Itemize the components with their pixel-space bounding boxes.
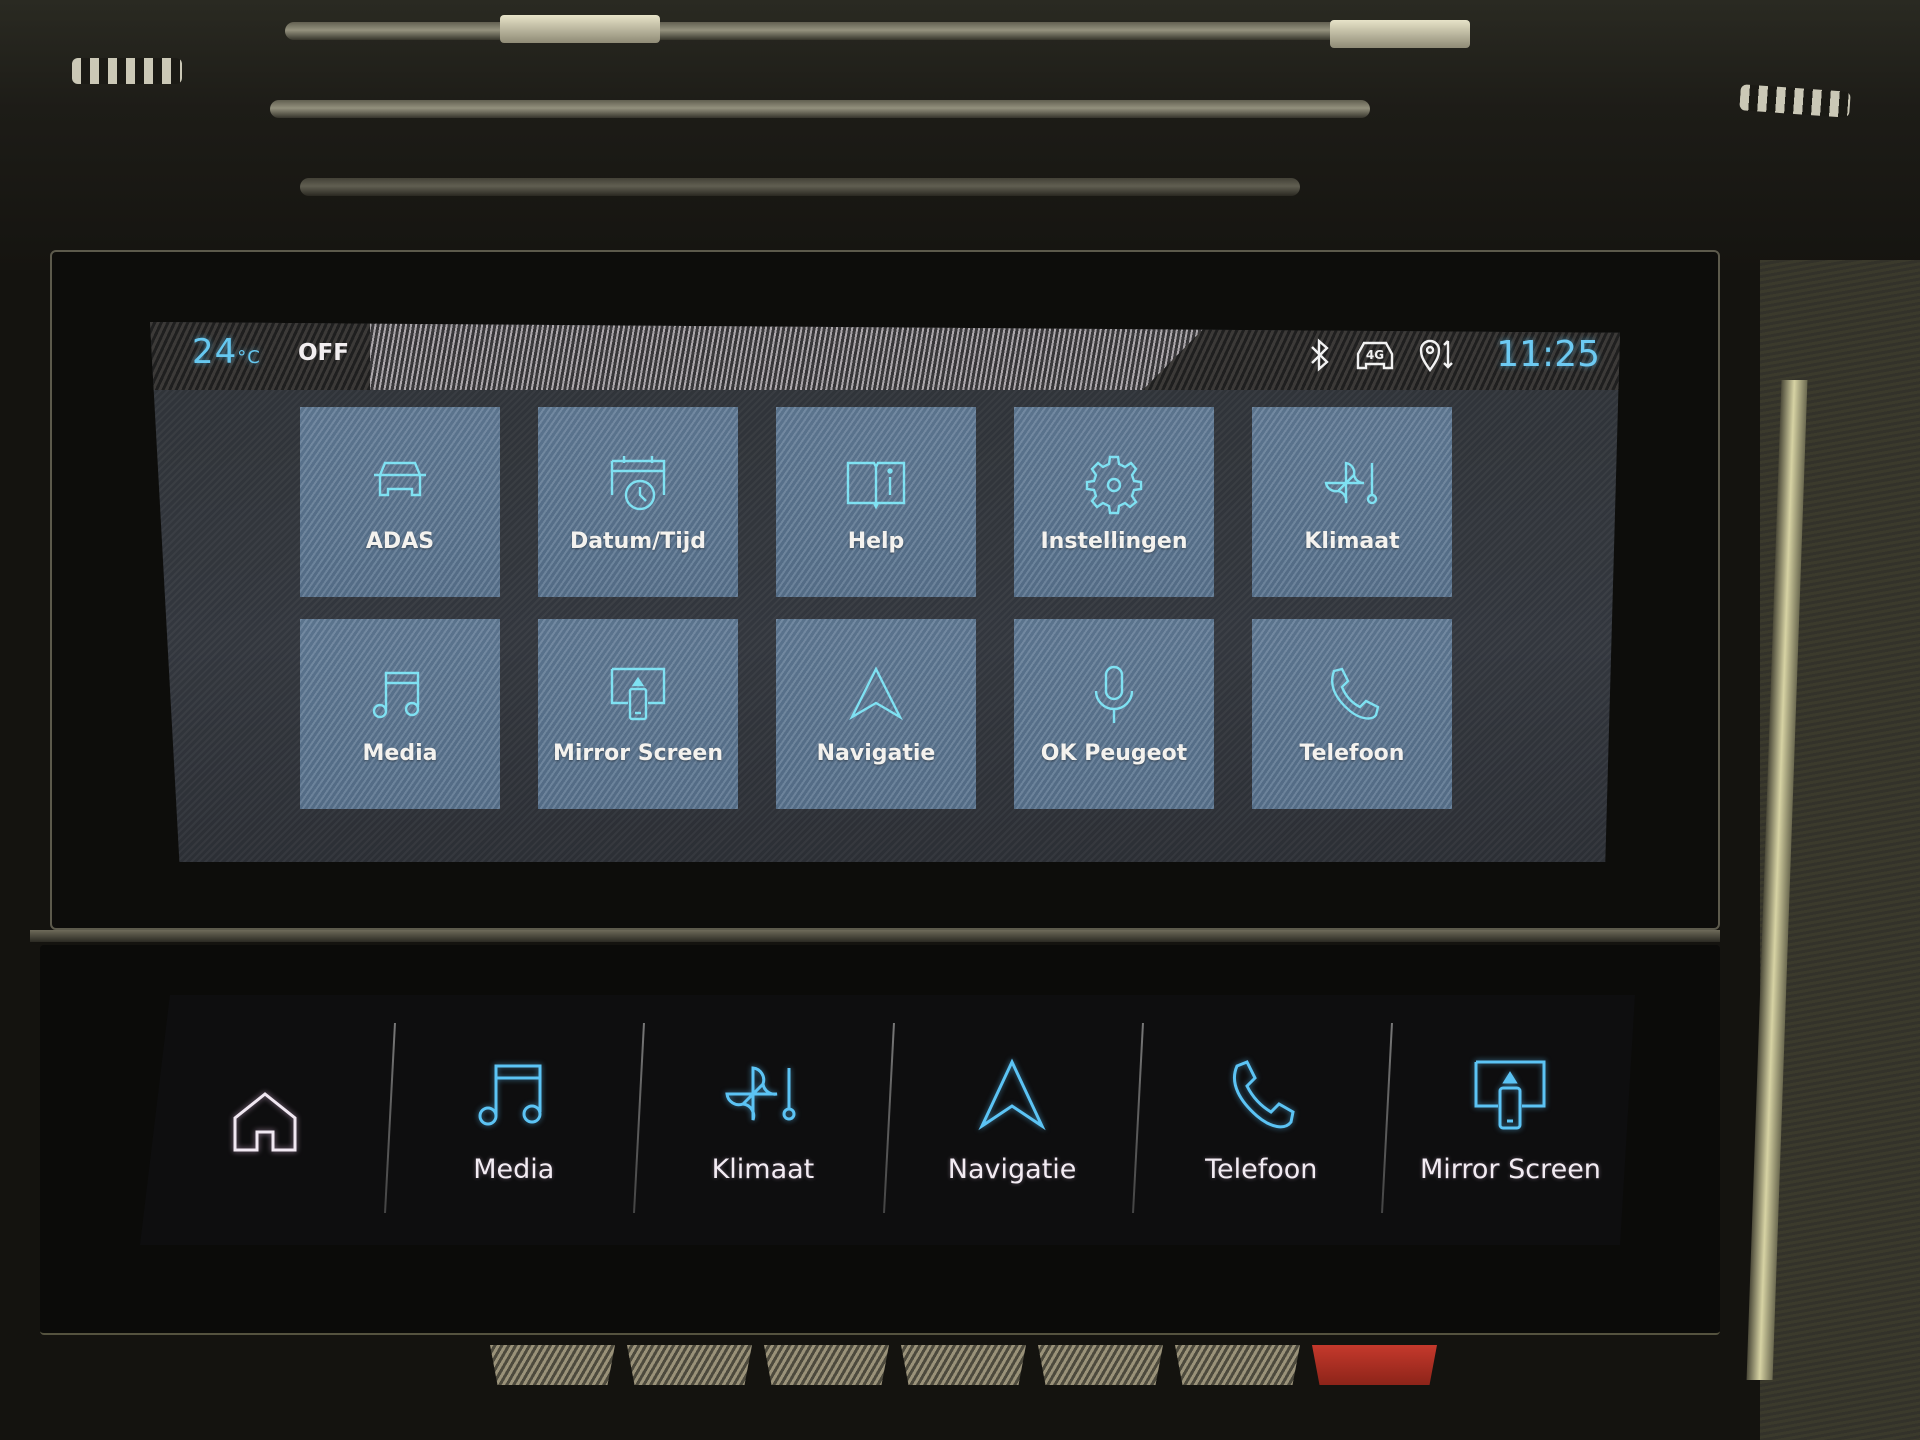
chrome-divider <box>30 930 1720 942</box>
location-sync-icon <box>1418 337 1462 373</box>
music-note-icon <box>372 671 420 718</box>
temperature-unit: °C <box>237 347 261 368</box>
vent-adjuster[interactable] <box>500 15 660 43</box>
tile-label: Datum/Tijd <box>569 528 707 554</box>
status-bar-highlight <box>370 322 1210 390</box>
tile-ok-peugeot[interactable]: OK Peugeot <box>1014 619 1214 809</box>
fan-thermometer-icon <box>1324 461 1378 504</box>
physical-button[interactable] <box>490 1345 615 1385</box>
navigation-arrow-icon <box>849 665 903 720</box>
tile-label: OK Peugeot <box>1040 740 1188 766</box>
ac-status[interactable]: OFF <box>298 340 349 366</box>
tile-label: Instellingen <box>1040 528 1188 554</box>
fan-thermometer-icon <box>725 1065 796 1121</box>
tile-mirror-screen[interactable]: Mirror Screen <box>538 619 738 809</box>
temperature-value: 24 <box>192 332 238 372</box>
tile-instellingen[interactable]: Instellingen <box>1014 407 1214 597</box>
touch-navigatie-button[interactable]: Navigatie <box>888 995 1137 1245</box>
4g-car-connectivity-icon: 4G <box>1354 338 1396 372</box>
tile-navigatie[interactable]: Navigatie <box>776 619 976 809</box>
air-vent-slat <box>285 22 1465 40</box>
network-label: 4G <box>1366 348 1384 362</box>
car-icon <box>374 461 426 496</box>
tile-adas[interactable]: ADAS <box>300 407 500 597</box>
physical-button[interactable] <box>1175 1345 1300 1385</box>
touch-mirror-screen-button[interactable]: Mirror Screen <box>1386 995 1635 1245</box>
touch-telefoon-button[interactable]: Telefoon <box>1137 995 1386 1245</box>
tile-media[interactable]: Media <box>300 619 500 809</box>
ambient-light-strip <box>72 58 182 84</box>
tile-label: Klimaat <box>1304 528 1400 554</box>
vent-adjuster[interactable] <box>1330 20 1470 48</box>
book-info-icon <box>846 461 906 510</box>
tile-label: Navigatie <box>816 740 936 766</box>
tile-datum-tijd[interactable]: Datum/Tijd <box>538 407 738 597</box>
tile-telefoon[interactable]: Telefoon <box>1252 619 1452 809</box>
tile-label: Mirror Screen <box>553 740 723 766</box>
app-grid: ADAS Datum/Tijd Help Instellingen Klimaa… <box>300 407 1480 827</box>
tile-label: Telefoon <box>1299 740 1405 766</box>
dashboard-top <box>0 0 1920 270</box>
tile-klimaat[interactable]: Klimaat <box>1252 407 1452 597</box>
touch-label: Mirror Screen <box>1419 1153 1601 1185</box>
phone-icon <box>1233 1059 1295 1128</box>
tile-help[interactable]: Help <box>776 407 976 597</box>
physical-button[interactable] <box>764 1345 889 1385</box>
tile-label: Media <box>362 740 438 766</box>
calendar-clock-icon <box>610 455 666 510</box>
air-vent-slat <box>270 100 1370 118</box>
touch-label: Media <box>473 1153 555 1185</box>
microphone-icon <box>1094 665 1134 723</box>
mirror-screen-icon <box>1474 1060 1546 1129</box>
mirror-screen-icon <box>610 667 666 720</box>
infotainment-screen: 24°C OFF 4G 11:25 ADAS Datum/Tijd Help I… <box>150 322 1620 862</box>
physical-button[interactable] <box>1038 1345 1163 1385</box>
home-icon <box>233 1092 297 1152</box>
physical-button-row <box>490 1345 1437 1385</box>
touch-home-button[interactable] <box>140 995 389 1245</box>
touch-label: Telefoon <box>1205 1153 1318 1185</box>
touch-klimaat-button[interactable]: Klimaat <box>638 995 887 1245</box>
air-vent-slat <box>300 178 1300 196</box>
touch-bar: Media Klimaat Navigatie Telefoon Mirror … <box>140 995 1635 1245</box>
physical-button[interactable] <box>627 1345 752 1385</box>
status-bar: 24°C OFF 4G 11:25 <box>150 322 1620 390</box>
touch-media-button[interactable]: Media <box>389 995 638 1245</box>
status-icons: 4G 11:25 <box>1308 334 1600 375</box>
ambient-light-strip <box>1739 84 1851 118</box>
tile-label: ADAS <box>365 528 435 554</box>
touch-label: Klimaat <box>711 1153 815 1185</box>
music-note-icon <box>478 1064 542 1125</box>
physical-button[interactable] <box>901 1345 1026 1385</box>
phone-icon <box>1331 667 1380 720</box>
gear-icon <box>1085 455 1143 514</box>
clock: 11:25 <box>1496 334 1600 375</box>
tile-label: Help <box>847 528 905 554</box>
navigation-arrow-icon <box>978 1057 1046 1130</box>
touch-label: Navigatie <box>947 1153 1077 1185</box>
cabin-temperature[interactable]: 24°C <box>192 332 261 372</box>
bluetooth-icon <box>1308 337 1332 372</box>
hazard-button[interactable] <box>1312 1345 1437 1385</box>
